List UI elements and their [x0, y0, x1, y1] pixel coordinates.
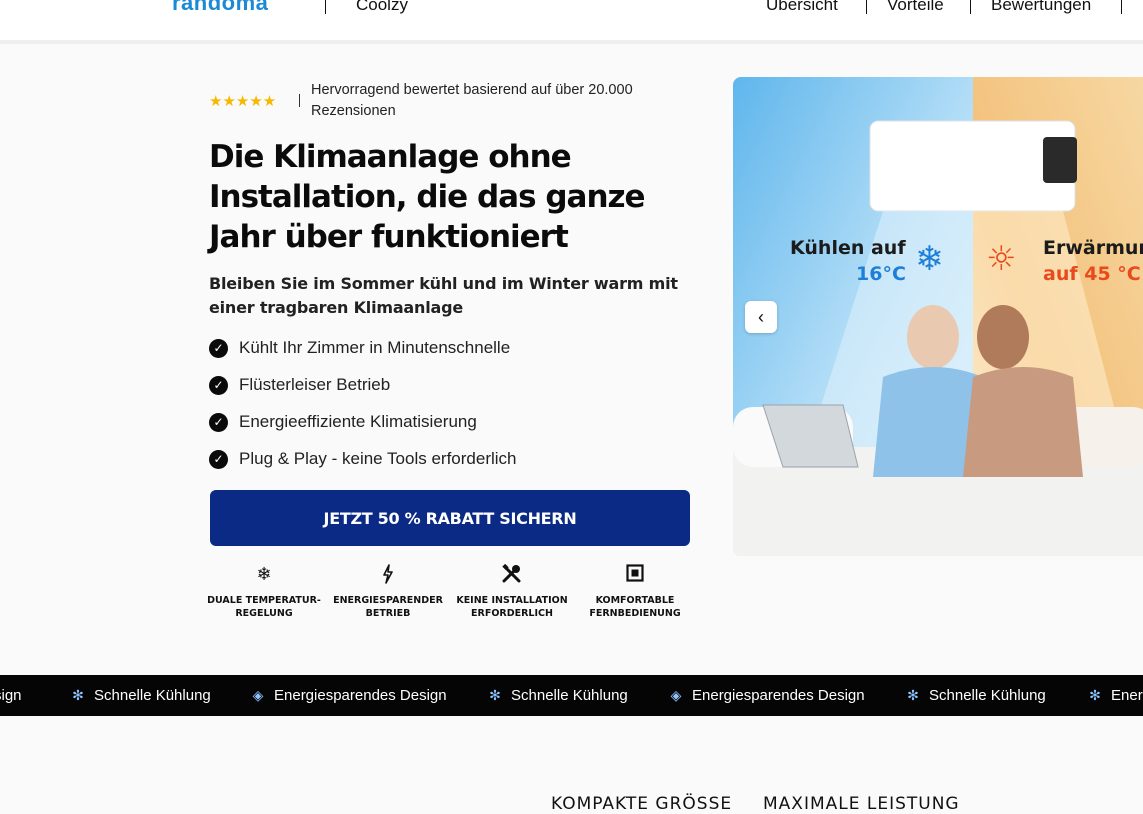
benefit-label: KEINE INSTALLATION ERFORDERLICH	[456, 595, 568, 619]
marquee-text: Energiesparendes Design	[274, 687, 447, 704]
marquee-text: Schnelle Kühlung	[94, 687, 211, 704]
feature-text: Plug & Play - keine Tools erforderlich	[239, 449, 517, 468]
benefit-label: DUALE TEMPERATUR-REGELUNG	[207, 595, 321, 619]
marquee-item: ✻ Schnelle Kühlung	[70, 675, 211, 716]
section-heading-performance: MAXIMALE LEISTUNG	[763, 794, 960, 814]
nav-divider	[1121, 0, 1122, 14]
warm-caption: Erwärmun auf 45 °C	[1043, 235, 1143, 287]
nav-divider	[866, 0, 867, 14]
brand-logo[interactable]: randoma	[172, 0, 268, 16]
snowflake-icon: ✻	[1089, 687, 1101, 703]
checkmark-icon: ✓	[209, 339, 228, 358]
star-rating-icon: ★★★★★	[209, 92, 277, 110]
benefit-energy-saving: ENERGIESPARENDER BETRIEB	[328, 564, 448, 620]
discount-cta-button[interactable]: JETZT 50 % RABATT SICHERN	[210, 490, 690, 546]
benefit-no-installation: KEINE INSTALLATION ERFORDERLICH	[452, 563, 572, 620]
lightning-icon	[328, 564, 448, 586]
benefit-label: ENERGIESPARENDER BETRIEB	[333, 595, 443, 619]
marquee-text: sign	[0, 687, 22, 704]
rating-text: Hervorragend bewertet basierend auf über…	[311, 82, 633, 119]
marquee-item: ✻ Schnelle Kühlung	[487, 675, 628, 716]
benefit-dual-temperature: ❄ DUALE TEMPERATUR-REGELUNG	[204, 564, 324, 620]
section-heading-size: KOMPAKTE GRÖSSE	[551, 794, 733, 814]
product-name: Coolzy	[356, 0, 408, 14]
benefit-label: KOMFORTABLE FERNBEDIENUNG	[589, 595, 681, 619]
nav-divider	[970, 0, 971, 14]
hero-headline: Die Klimaanlage ohne Installation, die d…	[209, 139, 646, 255]
wifi-icon: ◈	[252, 687, 264, 703]
marquee-item: ◈ Energiesparendes Design	[668, 675, 865, 716]
header-divider	[325, 0, 326, 14]
checkmark-icon: ✓	[209, 376, 228, 395]
rating-divider	[299, 94, 300, 107]
checkmark-icon: ✓	[209, 450, 228, 469]
sun-icon: ☼	[986, 239, 1017, 279]
hero-subline: Bleiben Sie im Sommer kühl und im Winter…	[209, 274, 678, 317]
marquee-text: Energiesparendes Design	[692, 687, 865, 704]
cool-caption: Kühlen auf 16°C	[790, 235, 906, 287]
snowflake-icon: ❄	[256, 564, 272, 585]
checkmark-icon: ✓	[209, 413, 228, 432]
site-header: randoma Coolzy Übersicht Vorteile Bewert…	[0, 0, 1143, 44]
remote-icon	[575, 564, 695, 586]
wifi-icon: ◈	[670, 687, 682, 703]
feature-marquee: sign ✻ Schnelle Kühlung ◈ Energiesparendes…	[0, 675, 1143, 716]
warm-temperature: auf 45 °C	[1043, 263, 1141, 285]
marquee-text: Schnelle Kühlung	[929, 687, 1046, 704]
snowflake-icon: ❄	[915, 239, 944, 279]
marquee-text: Ener	[1111, 687, 1143, 704]
feature-text: Kühlt Ihr Zimmer in Minutenschnelle	[239, 338, 511, 357]
snowflake-icon: ✻	[72, 687, 84, 703]
marquee-text: Schnelle Kühlung	[511, 687, 628, 704]
feature-text: Flüsterleiser Betrieb	[239, 375, 391, 394]
marquee-item: ✻ Schnelle Kühlung	[905, 675, 1046, 716]
nav-uebersicht[interactable]: Übersicht	[766, 0, 838, 15]
cool-label: Kühlen auf	[790, 237, 906, 259]
warm-label: Erwärmun	[1043, 237, 1143, 259]
benefit-remote-control: KOMFORTABLE FERNBEDIENUNG	[575, 564, 695, 620]
carousel-prev-button[interactable]: ‹	[745, 301, 777, 333]
marquee-item: sign	[0, 675, 22, 716]
marquee-item: ✻ Ener	[1087, 675, 1143, 716]
snowflake-icon: ✻	[489, 687, 501, 703]
tools-icon	[452, 563, 572, 586]
product-hero-image: Kühlen auf 16°C ❄ ☼ Erwärmun auf 45 °C	[733, 77, 1143, 556]
feature-text: Energieeffiziente Klimatisierung	[239, 412, 477, 431]
cool-temperature: 16°C	[856, 263, 906, 285]
marquee-item: ◈ Energiesparendes Design	[250, 675, 447, 716]
nav-vorteile[interactable]: Vorteile	[887, 0, 944, 15]
snowflake-icon: ✻	[907, 687, 919, 703]
nav-bewertungen[interactable]: Bewertungen	[991, 0, 1091, 15]
